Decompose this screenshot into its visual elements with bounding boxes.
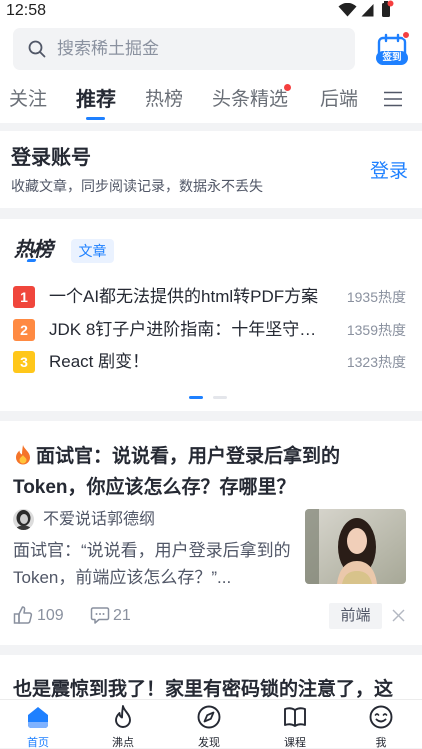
login-card[interactable]: 登录账号 收藏文章，同步阅读记录，数据永不丢失 登录 (0, 131, 422, 208)
book-icon (284, 707, 306, 727)
nav-label: 课程 (284, 737, 306, 749)
signal-icon (361, 4, 374, 17)
article-excerpt: 面试官：“说说看，用户登录后拿到的 Token，前端应该怎么存？”... (13, 541, 291, 587)
home-icon (28, 707, 48, 728)
like-count: 109 (37, 607, 64, 624)
bottom-nav: 首页 沸点 发现 课程 我 (0, 700, 422, 749)
tab-follow[interactable]: 关注 (9, 88, 47, 112)
app-header: 12:58 签到 关注 推荐 热榜 头条精选 后端 (0, 0, 422, 123)
article-thumbnail[interactable] (305, 509, 406, 584)
nav-pins[interactable]: 沸点 (88, 700, 158, 749)
nav-home[interactable]: 首页 (3, 700, 73, 749)
hot-item-title[interactable]: 一个AI都无法提供的html转PDF方案 (49, 285, 339, 309)
menu-icon[interactable] (384, 91, 402, 107)
nav-label: 首页 (27, 737, 49, 749)
search-bar[interactable] (13, 28, 355, 70)
rank-badge: 3 (13, 351, 35, 373)
pagination-dot (213, 396, 227, 399)
close-icon[interactable] (392, 609, 405, 622)
tab-hot[interactable]: 热榜 (145, 88, 183, 112)
nav-label: 我 (375, 737, 387, 749)
smile-face-icon (369, 705, 393, 729)
comment-count: 21 (113, 607, 131, 624)
flame-icon (115, 705, 131, 728)
rank-badge: 1 (13, 286, 35, 308)
checkin-button[interactable]: 签到 (375, 31, 410, 67)
comment-icon[interactable] (90, 605, 110, 625)
nav-discover[interactable]: 发现 (174, 700, 244, 749)
article-title-text: 面试官：说说看，用户登录后拿到的 Token，你应该怎么存？存哪里？ (13, 446, 341, 498)
battery-icon (382, 0, 394, 17)
nav-label: 发现 (198, 737, 220, 749)
article-tag[interactable]: 前端 (329, 603, 382, 629)
hot-item-heat: 1359热度 (346, 322, 406, 338)
search-input[interactable] (57, 28, 347, 70)
tab-headline-dot (284, 84, 291, 91)
thumbnail-image (305, 509, 406, 584)
status-time: 12:58 (6, 2, 47, 19)
rank-badge: 2 (13, 319, 35, 341)
tab-backend[interactable]: 后端 (320, 88, 358, 112)
notification-dot (402, 31, 410, 39)
hot-list-tag[interactable]: 文章 (71, 239, 114, 263)
article-title[interactable]: 面试官：说说看，用户登录后拿到的 Token，你应该怎么存？存哪里？ (13, 441, 365, 503)
checkin-label: 签到 (376, 51, 408, 65)
compass-icon (197, 705, 221, 729)
active-tab-indicator (86, 117, 105, 120)
search-icon (28, 40, 46, 58)
pagination-dot-active (189, 396, 203, 399)
next-article-title[interactable]: 也是震惊到我了！家里有密码锁的注意了，这 (13, 678, 409, 702)
tab-headline[interactable]: 头条精选 (212, 88, 288, 112)
article-card[interactable]: 面试官：说说看，用户登录后拿到的 Token，你应该怎么存？存哪里？ 不爱说话郭… (0, 421, 422, 645)
like-icon[interactable] (13, 605, 33, 625)
login-title: 登录账号 (11, 147, 91, 169)
avatar[interactable] (13, 509, 34, 530)
fire-icon (16, 445, 30, 465)
nav-me[interactable]: 我 (346, 700, 416, 749)
hot-item-heat: 1935热度 (346, 289, 406, 305)
avatar-image (13, 509, 34, 530)
login-button[interactable]: 登录 (370, 160, 408, 184)
hot-item-title[interactable]: React 剧变！ (49, 350, 339, 374)
nav-courses[interactable]: 课程 (260, 700, 330, 749)
hot-item-heat: 1323热度 (346, 354, 406, 370)
hot-item-title[interactable]: JDK 8钉子户进阶指南：十年坚守… (49, 318, 339, 342)
hot-list-logo-accent (26, 259, 37, 262)
nav-label: 沸点 (112, 737, 134, 749)
wifi-icon (338, 3, 357, 17)
author-name[interactable]: 不爱说话郭德纲 (43, 510, 155, 530)
hot-list-card: 热榜 文章 1 一个AI都无法提供的html转PDF方案 1935热度 2 JD… (0, 219, 422, 411)
tab-recommend[interactable]: 推荐 (76, 88, 116, 112)
login-subtitle: 收藏文章，同步阅读记录，数据永不丢失 (11, 178, 263, 194)
